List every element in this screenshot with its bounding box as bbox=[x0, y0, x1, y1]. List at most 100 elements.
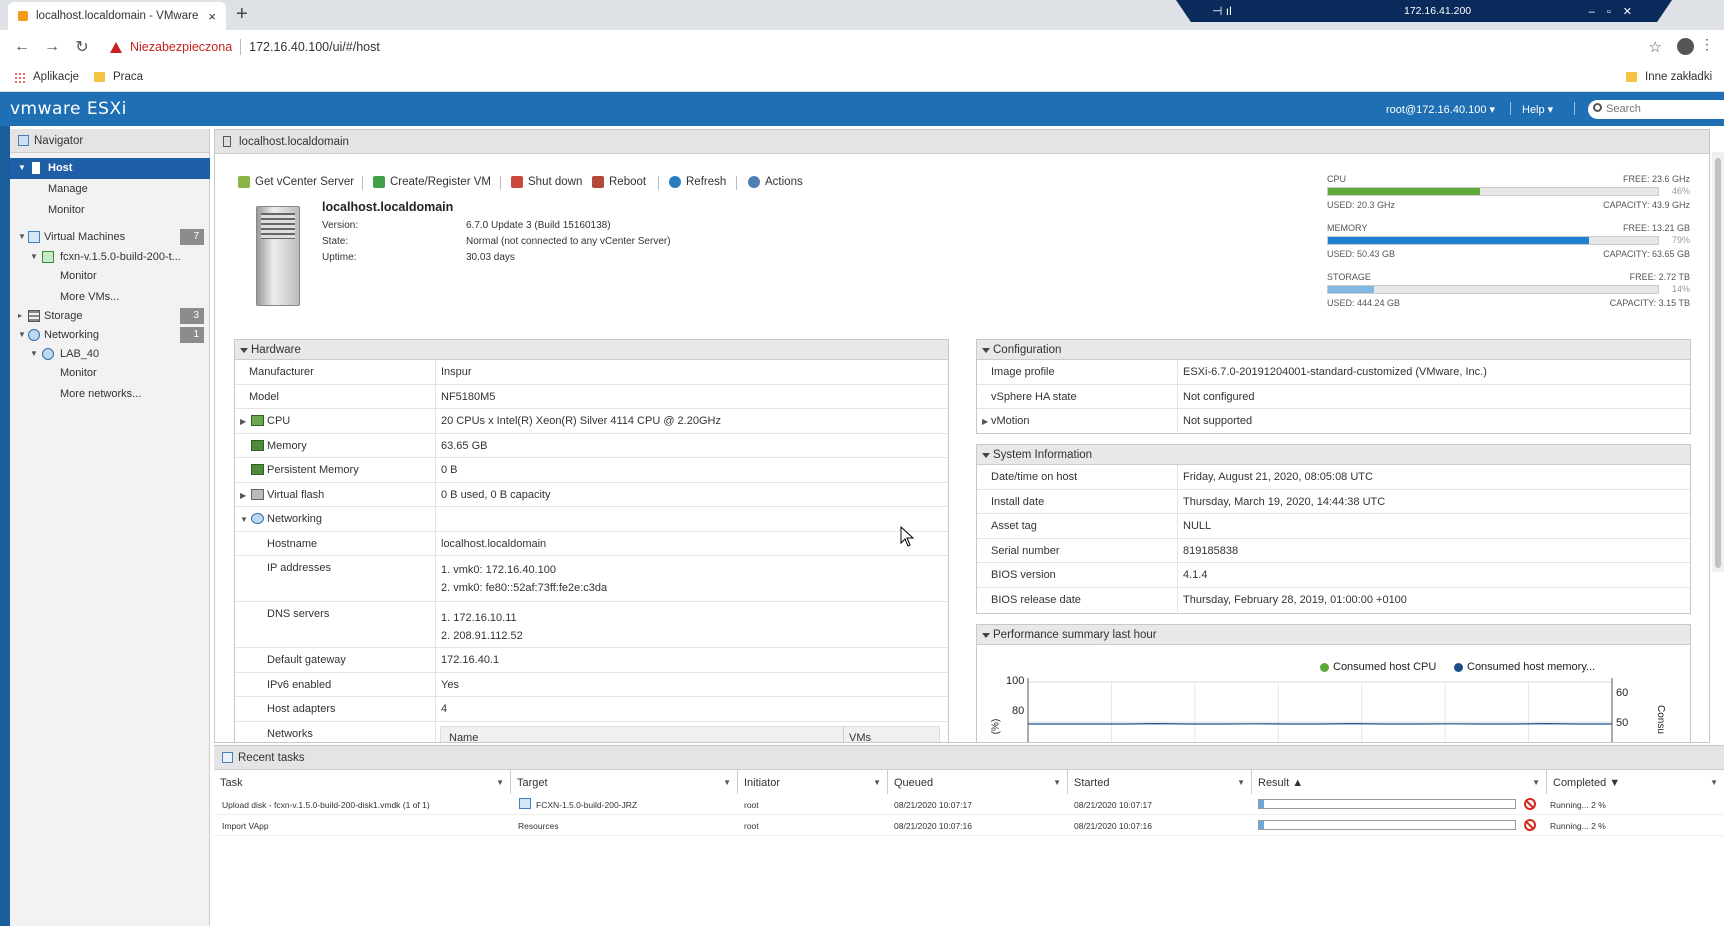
content-scrollbar[interactable] bbox=[1712, 152, 1724, 572]
expand-icon[interactable]: ▶ bbox=[982, 417, 988, 426]
nav-item-net-monitor[interactable]: Monitor bbox=[10, 363, 210, 384]
reboot-button[interactable]: Reboot bbox=[592, 176, 646, 188]
collapse-icon[interactable]: ▼ bbox=[240, 515, 248, 524]
chevron-down-icon[interactable]: ▼ bbox=[1710, 778, 1718, 787]
asset-value: NULL bbox=[1183, 520, 1212, 532]
nav-item-virtual-machines[interactable]: ▼ Virtual Machines 7 bbox=[10, 227, 210, 248]
nav-item-networking[interactable]: ▼ Networking 1 bbox=[10, 325, 210, 346]
networks-key: Networks bbox=[267, 728, 313, 740]
reload-icon[interactable]: ↻ bbox=[74, 37, 90, 57]
col-target[interactable]: Target ▼ bbox=[511, 770, 738, 794]
tab-close-icon[interactable]: × bbox=[208, 9, 216, 24]
new-tab-button[interactable]: + bbox=[236, 3, 248, 26]
memory-value: 63.65 GB bbox=[441, 440, 488, 452]
gear-icon bbox=[748, 176, 760, 188]
col-completed[interactable]: Completed ▼ ▼ bbox=[1547, 770, 1724, 794]
header-divider bbox=[1574, 102, 1575, 115]
cfg-row-image: Image profile ESXi-6.7.0-20191204001-stan… bbox=[977, 360, 1690, 385]
search-input[interactable]: Search bbox=[1588, 100, 1724, 119]
task-target[interactable]: FCXN-1.5.0-build-200-JRZ bbox=[536, 800, 637, 810]
storage-meter-label: STORAGE bbox=[1327, 272, 1371, 282]
user-menu[interactable]: root@172.16.40.100 ▾ bbox=[1386, 103, 1495, 116]
other-bookmarks[interactable]: Inne zakładki bbox=[1626, 71, 1712, 83]
shut-down-button[interactable]: Shut down bbox=[511, 176, 582, 188]
networks-col-vms[interactable]: VMs bbox=[849, 732, 871, 742]
cancel-task-icon[interactable] bbox=[1524, 819, 1536, 831]
install-key: Install date bbox=[991, 496, 1045, 508]
host-icon bbox=[223, 136, 231, 147]
bookmark-apps[interactable]: Aplikacje bbox=[14, 71, 79, 83]
cancel-task-icon[interactable] bbox=[1524, 798, 1536, 810]
security-warning[interactable]: Niezabezpieczona bbox=[110, 40, 232, 54]
nav-item-storage[interactable]: ▸ Storage 3 bbox=[10, 306, 210, 327]
url-field[interactable]: 172.16.40.100/ui/#/host bbox=[249, 40, 380, 54]
nav-item-vm-monitor[interactable]: Monitor bbox=[10, 266, 210, 287]
nav-item-host[interactable]: ▼ Host bbox=[10, 158, 210, 179]
task-target[interactable]: Resources bbox=[518, 821, 559, 831]
nav-item-more-networks[interactable]: More networks... bbox=[10, 384, 210, 405]
get-vcenter-button[interactable]: Get vCenter Server bbox=[238, 176, 354, 188]
browser-tab[interactable]: localhost.localdomain - VMware × bbox=[8, 2, 226, 30]
configuration-panel: Configuration Image profile ESXi-6.7.0-20… bbox=[976, 339, 1691, 434]
chevron-down-icon[interactable]: ▼ bbox=[1053, 778, 1061, 787]
expand-icon[interactable]: ▶ bbox=[240, 417, 246, 426]
networks-col-name[interactable]: Name bbox=[449, 732, 478, 742]
memory-free: FREE: 13.21 GB bbox=[1622, 223, 1690, 233]
pin-icon[interactable]: ⊣ ıl bbox=[1212, 4, 1232, 18]
nav-item-network[interactable]: ▼ LAB_40 bbox=[10, 344, 210, 365]
create-register-vm-button[interactable]: Create/Register VM bbox=[373, 176, 491, 188]
col-started-label: Started bbox=[1074, 777, 1110, 789]
sysinfo-panel-header[interactable]: System Information bbox=[977, 445, 1690, 465]
chevron-down-icon[interactable]: ▼ bbox=[1237, 778, 1245, 787]
recent-tasks-header: Recent tasks bbox=[214, 746, 1724, 770]
chevron-down-icon[interactable]: ▼ bbox=[873, 778, 881, 787]
actions-button[interactable]: Actions bbox=[748, 176, 803, 188]
performance-panel-header[interactable]: Performance summary last hour bbox=[977, 625, 1690, 645]
browser-menu-icon[interactable]: ⋮ bbox=[1700, 36, 1714, 53]
profile-icon[interactable] bbox=[1677, 38, 1694, 55]
col-started[interactable]: Started ▼ bbox=[1068, 770, 1252, 794]
collapse-icon: ▼ bbox=[18, 163, 26, 172]
hw-row-vflash[interactable]: ▶ Virtual flash 0 B used, 0 B capacity bbox=[235, 483, 948, 507]
bookmarks-bar: Aplikacje Praca Inne zakładki bbox=[0, 64, 1724, 92]
col-task[interactable]: Task ▼ bbox=[214, 770, 511, 794]
nav-item-monitor[interactable]: Monitor bbox=[10, 200, 210, 221]
nav-item-vm[interactable]: ▼ fcxn-v.1.5.0-build-200-t... bbox=[10, 247, 210, 268]
gateway-value: 172.16.40.1 bbox=[441, 654, 500, 666]
hw-row-ip: IP addresses 1. vmk0: 172.16.40.100 2. vmk… bbox=[235, 556, 948, 602]
forward-icon[interactable]: → bbox=[44, 38, 60, 56]
bios-date-key: BIOS release date bbox=[991, 594, 1081, 606]
bookmark-star-icon[interactable]: ☆ bbox=[1649, 38, 1662, 56]
nav-item-more-vms[interactable]: More VMs... bbox=[10, 287, 210, 308]
serial-key: Serial number bbox=[991, 545, 1060, 557]
table-row[interactable]: Import VApp Resources root 08/21/2020 10… bbox=[214, 815, 1724, 836]
cfg-row-vmotion[interactable]: ▶ vMotion Not supported bbox=[977, 409, 1690, 433]
expand-icon[interactable]: ▶ bbox=[240, 491, 246, 500]
back-icon[interactable]: ← bbox=[14, 38, 30, 56]
task-started: 08/21/2020 10:07:16 bbox=[1074, 821, 1152, 831]
help-menu[interactable]: Help ▾ bbox=[1522, 103, 1553, 116]
memory-meter-label: MEMORY bbox=[1327, 223, 1368, 233]
col-result[interactable]: Result ▲ ▼ bbox=[1252, 770, 1547, 794]
refresh-button[interactable]: Refresh bbox=[669, 176, 726, 188]
nav-item-manage[interactable]: Manage bbox=[10, 179, 210, 200]
col-initiator[interactable]: Initiator ▼ bbox=[738, 770, 888, 794]
bookmark-praca[interactable]: Praca bbox=[94, 71, 143, 83]
hw-row-cpu[interactable]: ▶ CPU 20 CPUs x Intel(R) Xeon(R) Silver 41… bbox=[235, 409, 948, 434]
create-vm-icon bbox=[373, 176, 385, 188]
task-progress-fill bbox=[1259, 800, 1265, 808]
ipv6-value: Yes bbox=[441, 679, 459, 691]
chevron-down-icon[interactable]: ▼ bbox=[723, 778, 731, 787]
memory-module-icon bbox=[251, 440, 264, 451]
scrollbar-thumb[interactable] bbox=[1715, 158, 1721, 568]
hw-row-networking[interactable]: ▼ Networking bbox=[235, 507, 948, 532]
chevron-down-icon[interactable]: ▼ bbox=[1532, 778, 1540, 787]
nav-network-name: LAB_40 bbox=[60, 348, 100, 360]
table-row[interactable]: Upload disk - fcxn-v.1.5.0-build-200-dis… bbox=[214, 794, 1724, 815]
window-controls-icon[interactable]: –▫✕ bbox=[1589, 5, 1644, 18]
configuration-panel-header[interactable]: Configuration bbox=[977, 340, 1690, 360]
col-queued[interactable]: Queued ▼ bbox=[888, 770, 1068, 794]
performance-chart: Consumed host CPU Consumed host memory..… bbox=[976, 645, 1696, 742]
chevron-down-icon[interactable]: ▼ bbox=[496, 778, 504, 787]
hardware-panel-header[interactable]: Hardware bbox=[235, 340, 948, 360]
